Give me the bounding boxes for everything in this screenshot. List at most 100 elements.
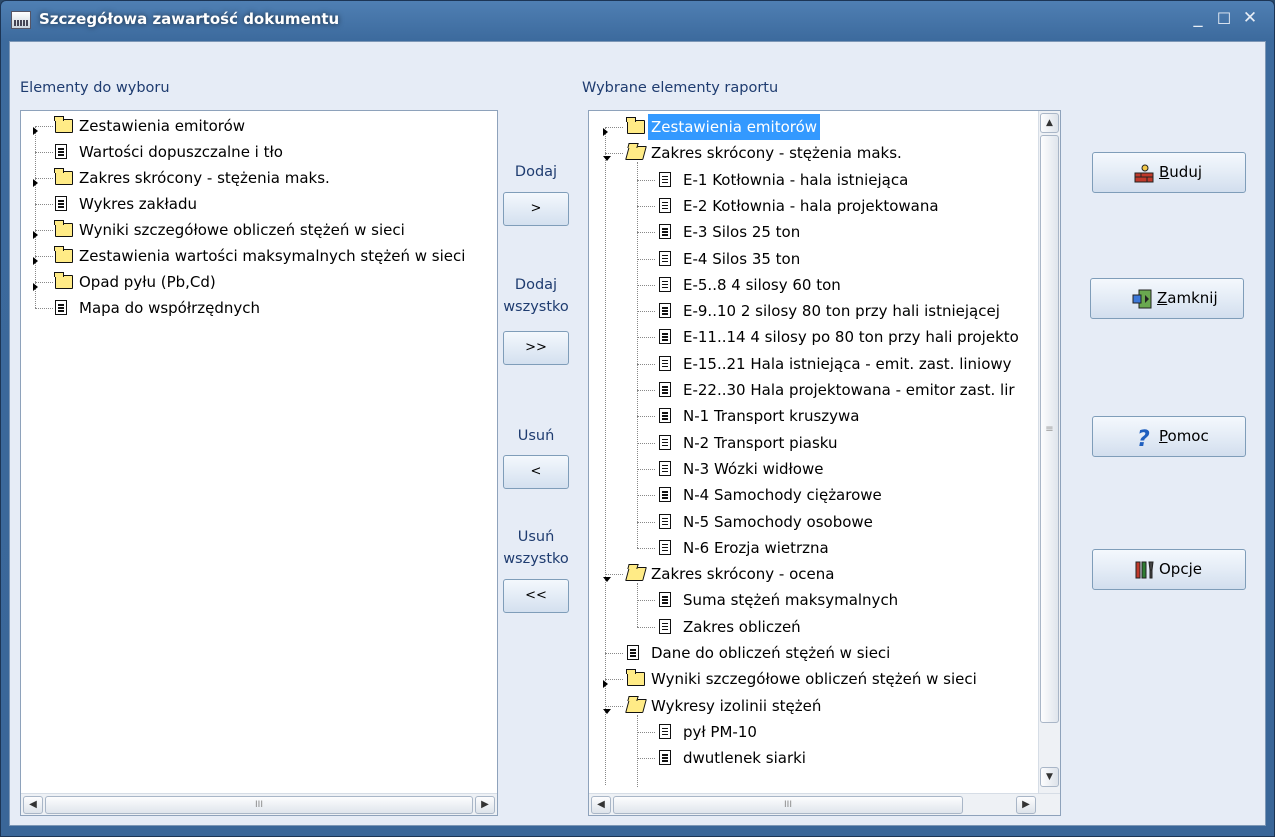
tree-guide-line: [637, 258, 655, 260]
close-button[interactable]: Zamknij: [1090, 278, 1244, 319]
maximize-button[interactable]: ☐: [1213, 9, 1235, 28]
collapse-arrow-icon[interactable]: [603, 577, 611, 583]
tree-item[interactable]: pył PM-10: [589, 719, 1039, 745]
tree-item-label: Wykresy izolinii stężeń: [651, 696, 822, 715]
scroll-right-button[interactable]: ▶: [1016, 796, 1036, 814]
folder-icon: [54, 168, 73, 185]
scroll-thumb[interactable]: III: [45, 796, 473, 814]
tree-item-label: E-22..30 Hala projektowana - emitor zast…: [683, 381, 1015, 399]
add-button[interactable]: >: [503, 192, 569, 226]
tree-item[interactable]: Dane do obliczeń stężeń w sieci: [589, 640, 1039, 666]
tree-item-label: Zakres obliczeń: [683, 617, 801, 636]
expand-arrow-icon[interactable]: [33, 257, 38, 265]
tree-item[interactable]: Zestawienia emitorów: [589, 114, 1039, 140]
tree-item[interactable]: N-1 Transport kruszywa: [589, 403, 1039, 429]
tree-item[interactable]: Wykres zakładu: [21, 191, 497, 217]
tree-guide-line: [637, 311, 655, 313]
tree-item[interactable]: Zestawienia wartości maksymalnych stężeń…: [21, 243, 497, 269]
options-button[interactable]: Opcje: [1092, 549, 1246, 590]
help-button[interactable]: ? Pomoc: [1092, 416, 1246, 457]
left-horizontal-scrollbar[interactable]: ◀ III ▶: [21, 793, 497, 815]
tree-guide-line: [637, 442, 655, 444]
tree-item[interactable]: Suma stężeń maksymalnych: [589, 587, 1039, 613]
title-bar[interactable]: Szczegółowa zawartość dokumentu _ ☐ ✕: [1, 1, 1274, 41]
close-window-button[interactable]: ✕: [1239, 8, 1261, 28]
tree-item-label: Suma stężeń maksymalnych: [683, 591, 899, 610]
tree-item[interactable]: Zakres skrócony - stężenia maks.: [21, 165, 497, 191]
tree-item[interactable]: N-6 Erozja wietrzna: [589, 535, 1039, 561]
tree-item-label: Wyniki szczegółowe obliczeń stężeń w sie…: [651, 670, 977, 689]
tree-item[interactable]: E-9..10 2 silosy 80 ton przy hali istnie…: [589, 298, 1039, 324]
tree-item-label: N-6 Erozja wietrzna: [683, 538, 829, 557]
expand-arrow-icon[interactable]: [33, 179, 38, 187]
scroll-down-button[interactable]: ▼: [1040, 767, 1059, 787]
tree-item[interactable]: E-1 Kotłownia - hala istniejąca: [589, 167, 1039, 193]
remove-all-button[interactable]: <<: [503, 579, 569, 613]
tree-item-label: Zestawienia emitorów: [648, 114, 821, 140]
tree-guide-line: [637, 547, 655, 549]
scroll-right-button[interactable]: ▶: [475, 796, 495, 814]
tree-item-label: Zestawienia wartości maksymalnych stężeń…: [79, 247, 466, 265]
tree-item[interactable]: E-5..8 4 silosy 60 ton: [589, 272, 1039, 298]
tree-guide-line: [637, 626, 655, 628]
expand-arrow-icon[interactable]: [33, 231, 38, 239]
tree-item[interactable]: dwutlenek siarki: [589, 745, 1039, 771]
tree-item[interactable]: Mapa do współrzędnych: [21, 295, 497, 321]
scroll-up-button[interactable]: ▲: [1040, 113, 1059, 133]
scroll-left-button[interactable]: ◀: [23, 796, 43, 814]
tree-item[interactable]: N-3 Wózki widłowe: [589, 456, 1039, 482]
tree-item[interactable]: E-4 Silos 35 ton: [589, 246, 1039, 272]
tree-item-label: E-3 Silos 25 ton: [683, 223, 801, 242]
tree-guide-line: [605, 653, 623, 654]
svg-text:?: ?: [1137, 427, 1150, 447]
tree-guide-line: [637, 390, 655, 391]
right-vertical-scrollbar[interactable]: ▲ ≡ ▼: [1038, 111, 1060, 793]
tree-item[interactable]: Zakres skrócony - stężenia maks.: [589, 140, 1039, 166]
tree-item[interactable]: Wyniki szczegółowe obliczeń stężeń w sie…: [21, 217, 497, 243]
tree-item-label: E-15..21 Hala istniejąca - emit. zast. l…: [683, 354, 1012, 373]
expand-arrow-icon[interactable]: [603, 680, 608, 689]
selected-elements-tree[interactable]: Zestawienia emitorów Zakres skrócony - st…: [588, 110, 1061, 816]
scroll-left-button[interactable]: ◀: [591, 796, 611, 814]
tree-item[interactable]: Wyniki szczegółowe obliczeń stężeń w sie…: [589, 666, 1039, 692]
remove-button[interactable]: <: [503, 455, 569, 489]
tree-item[interactable]: E-22..30 Hala projektowana - emitor zast…: [589, 377, 1039, 403]
tree-item[interactable]: Wartości dopuszczalne i tło: [21, 139, 497, 165]
tree-item[interactable]: E-11..14 4 silosy po 80 ton przy hali pr…: [589, 324, 1039, 350]
tree-item[interactable]: N-2 Transport piasku: [589, 430, 1039, 456]
expand-arrow-icon[interactable]: [33, 283, 38, 291]
document-icon: [659, 276, 671, 292]
expand-arrow-icon[interactable]: [33, 127, 38, 135]
document-icon: [55, 196, 67, 211]
tree-item[interactable]: N-4 Samochody ciężarowe: [589, 482, 1039, 508]
tree-item-label: Zakres skrócony - ocena: [651, 565, 835, 584]
add-all-button[interactable]: >>: [503, 331, 569, 365]
dialog-client-area: Elementy do wyboru ◀ III ▶ Zestawienia e…: [9, 41, 1266, 826]
collapse-arrow-icon[interactable]: [603, 708, 611, 714]
tree-item[interactable]: N-5 Samochody osobowe: [589, 509, 1039, 535]
tree-item-label: N-5 Samochody osobowe: [683, 512, 873, 531]
vertical-scroll-thumb[interactable]: ≡: [1040, 135, 1059, 723]
tree-item[interactable]: Opad pyłu (Pb,Cd): [21, 269, 497, 295]
build-button[interactable]: Buduj: [1092, 152, 1246, 193]
tree-item[interactable]: Zestawienia emitorów: [21, 113, 497, 139]
document-icon: [659, 303, 671, 319]
tree-item[interactable]: Zakres obliczeń: [589, 614, 1039, 640]
tree-item[interactable]: E-15..21 Hala istniejąca - emit. zast. l…: [589, 351, 1039, 377]
expand-arrow-icon[interactable]: [603, 128, 608, 136]
scroll-thumb[interactable]: III: [613, 796, 963, 814]
document-icon: [659, 460, 671, 476]
tools-icon: [1135, 561, 1154, 579]
tree-item[interactable]: E-2 Kotłownia - hala projektowana: [589, 193, 1039, 219]
tree-item[interactable]: Zakres skrócony - ocena: [589, 561, 1039, 587]
minimize-button[interactable]: _: [1187, 7, 1209, 28]
tree-item[interactable]: E-3 Silos 25 ton: [589, 219, 1039, 245]
folder-icon: [54, 246, 73, 263]
tree-guide-line: [637, 521, 655, 523]
available-elements-tree[interactable]: ◀ III ▶ Zestawienia emitorów Wartości dop…: [20, 110, 498, 816]
collapse-arrow-icon[interactable]: [603, 156, 611, 162]
tree-item[interactable]: Wykresy izolinii stężeń: [589, 693, 1039, 719]
right-horizontal-scrollbar[interactable]: ◀ III ▶: [589, 793, 1060, 815]
tree-guide-line: [637, 363, 655, 365]
document-icon: [659, 224, 671, 240]
